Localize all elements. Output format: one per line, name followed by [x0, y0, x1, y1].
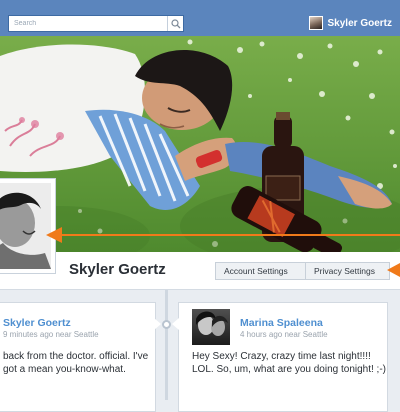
search-box: [8, 15, 184, 32]
account-settings-button[interactable]: Account Settings: [215, 262, 306, 280]
post-body: back from the doctor. official. I've got…: [3, 351, 149, 375]
annotation-arrow-profile-picture: [46, 227, 400, 243]
timeline-spine: [165, 290, 168, 400]
post-pointer: [172, 318, 179, 330]
privacy-settings-button[interactable]: Privacy Settings: [305, 262, 390, 280]
profile-header: Skyler Goertz Account Settings Privacy S…: [0, 252, 400, 290]
post-timestamp: 4 hours ago near Seattle: [240, 330, 328, 339]
post-body: Hey Sexy! Crazy, crazy time last night!!…: [192, 351, 386, 375]
search-icon: [170, 18, 180, 28]
timeline-marker: [162, 320, 171, 329]
post-author-avatar[interactable]: [192, 309, 230, 345]
current-user-name: Skyler Goertz: [327, 17, 392, 29]
post-author-link[interactable]: Marina Spaleena: [240, 317, 323, 329]
profile-photo-image: [0, 183, 51, 269]
current-user-link[interactable]: Skyler Goertz: [308, 14, 392, 32]
timeline-post: Skyler Goertz 9 minutes ago near Seattle…: [0, 302, 156, 412]
post-pointer: [154, 318, 161, 330]
annotation-arrow-privacy-settings: [387, 263, 400, 277]
search-button[interactable]: [167, 16, 183, 31]
search-input[interactable]: [9, 16, 172, 31]
timeline-post: Marina Spaleena 4 hours ago near Seattle…: [178, 302, 388, 412]
top-navigation-bar: Skyler Goertz: [0, 0, 400, 36]
profile-name: Skyler Goertz: [69, 261, 166, 278]
post-timestamp: 9 minutes ago near Seattle: [3, 330, 99, 339]
cover-photo: [0, 36, 400, 252]
post-author-link[interactable]: Skyler Goertz: [3, 317, 71, 329]
current-user-avatar: [308, 16, 323, 30]
